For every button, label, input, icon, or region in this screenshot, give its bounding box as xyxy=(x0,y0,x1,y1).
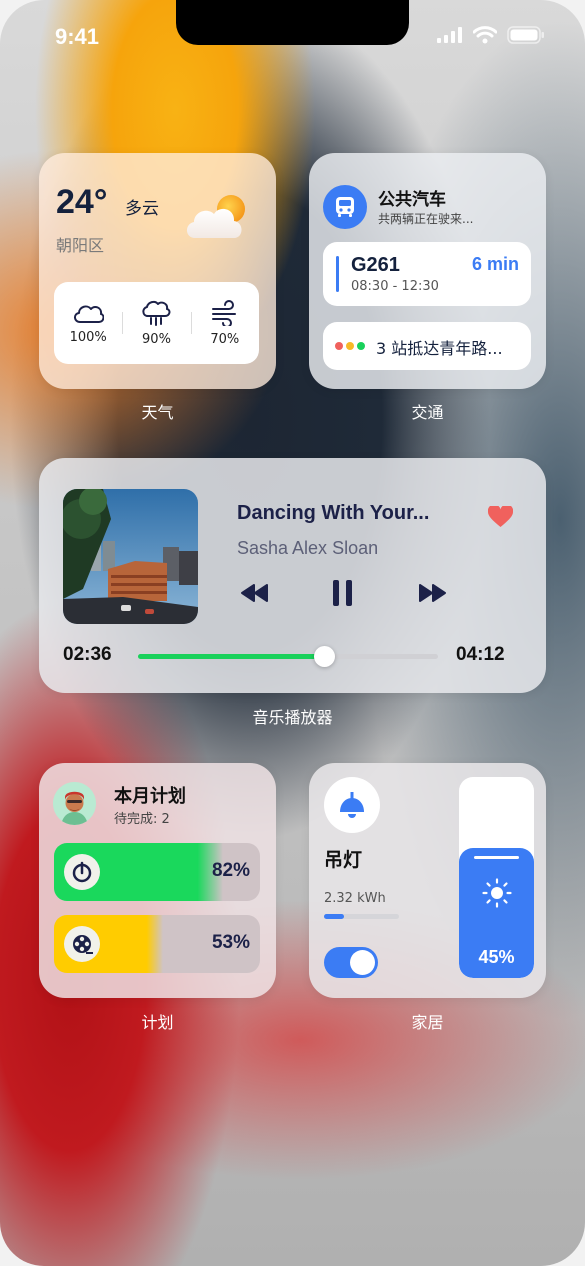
route-eta: 6 min xyxy=(471,254,519,274)
rain-icon xyxy=(142,300,171,326)
plan-item-percent: 82% xyxy=(211,860,250,881)
battery-icon xyxy=(507,26,544,44)
music-widget-label: 音乐播放器 xyxy=(252,708,333,727)
stop-card[interactable]: 3 站抵达青年路... xyxy=(323,322,531,370)
slider-handle[interactable] xyxy=(474,855,519,859)
plan-item-timer[interactable]: 82% xyxy=(54,843,260,901)
progress-fill xyxy=(138,654,324,659)
progress-bar[interactable] xyxy=(138,646,438,667)
route-card[interactable]: G261 08:30 - 12:30 6 min xyxy=(323,242,531,306)
partly-cloudy-icon xyxy=(186,195,245,238)
wind-value: 70% xyxy=(210,331,240,347)
route-number: G261 xyxy=(351,254,400,276)
device-name: 吊灯 xyxy=(324,849,363,871)
notch xyxy=(176,0,409,45)
weather-condition: 多云 xyxy=(125,199,159,219)
ceiling-lamp-icon[interactable] xyxy=(324,777,380,833)
bus-icon xyxy=(323,185,367,229)
plan-item-film[interactable]: 53% xyxy=(54,915,260,973)
plan-item-percent: 53% xyxy=(211,932,250,953)
stat-rain: 90% xyxy=(122,282,190,364)
plan-widget-label: 计划 xyxy=(141,1013,174,1032)
current-time: 02:36 xyxy=(63,644,112,665)
power-toggle[interactable] xyxy=(324,947,378,978)
weather-widget[interactable]: 24° 多云 朝阳区 100% 90% 70% xyxy=(39,153,276,389)
temperature: 24° xyxy=(56,183,108,221)
brightness-percent: 45% xyxy=(478,947,515,967)
traffic-subtitle: 共两辆正在驶来... xyxy=(378,212,474,226)
brightness-slider[interactable]: 45% xyxy=(459,777,534,978)
weather-stats: 100% 90% 70% xyxy=(54,282,259,364)
plan-title: 本月计划 xyxy=(114,786,186,807)
traffic-title: 公共汽车 xyxy=(378,190,446,210)
stat-cloud: 100% xyxy=(54,282,122,364)
pause-button[interactable] xyxy=(331,579,355,607)
cloud-value: 100% xyxy=(69,329,107,345)
song-title: Dancing With Your... xyxy=(237,502,430,524)
traffic-widget-label: 交通 xyxy=(411,403,444,422)
home-widget-label: 家居 xyxy=(411,1013,444,1032)
album-cover[interactable] xyxy=(63,489,198,624)
status-icons xyxy=(437,26,545,44)
cloud-icon xyxy=(74,304,105,323)
heart-icon[interactable] xyxy=(488,506,513,528)
energy-fill xyxy=(324,914,345,919)
route-hours: 08:30 - 12:30 xyxy=(351,279,439,294)
energy-bar xyxy=(324,914,399,919)
rewind-button[interactable] xyxy=(240,579,270,607)
cellular-signal-icon xyxy=(437,27,462,43)
weather-location: 朝阳区 xyxy=(56,236,105,255)
toggle-knob xyxy=(350,950,375,975)
avatar xyxy=(53,782,96,825)
music-widget[interactable]: Dancing With Your... Sasha Alex Sloan 02… xyxy=(39,458,546,693)
home-widget[interactable]: 吊灯 2.32 kWh 45% xyxy=(309,763,546,998)
wifi-icon xyxy=(473,26,497,44)
artist-name: Sasha Alex Sloan xyxy=(237,538,379,558)
status-time: 9:41 xyxy=(55,24,100,49)
stat-wind: 70% xyxy=(190,282,259,364)
progress-knob[interactable] xyxy=(313,646,335,667)
total-time: 04:12 xyxy=(456,644,505,665)
phone-screen: 9:41 24° 多云 朝阳区 100% 90% 70% 天气 公共汽车 共两辆… xyxy=(0,0,585,1266)
brightness-icon xyxy=(482,877,512,908)
rain-value: 90% xyxy=(142,331,171,347)
traffic-light-dots xyxy=(335,342,365,350)
weather-widget-label: 天气 xyxy=(141,403,174,422)
timer-icon xyxy=(64,854,100,890)
route-accent-bar xyxy=(336,256,339,292)
stop-info: 3 站抵达青年路... xyxy=(376,339,503,358)
wind-icon xyxy=(211,299,236,326)
plan-widget[interactable]: 本月计划 待完成: 2 82% 53% xyxy=(39,763,276,998)
energy-usage: 2.32 kWh xyxy=(324,891,386,906)
fast-forward-button[interactable] xyxy=(417,579,447,607)
traffic-widget[interactable]: 公共汽车 共两辆正在驶来... G261 08:30 - 12:30 6 min… xyxy=(309,153,546,389)
plan-subtitle: 待完成: 2 xyxy=(114,812,170,827)
film-reel-icon xyxy=(64,926,100,962)
